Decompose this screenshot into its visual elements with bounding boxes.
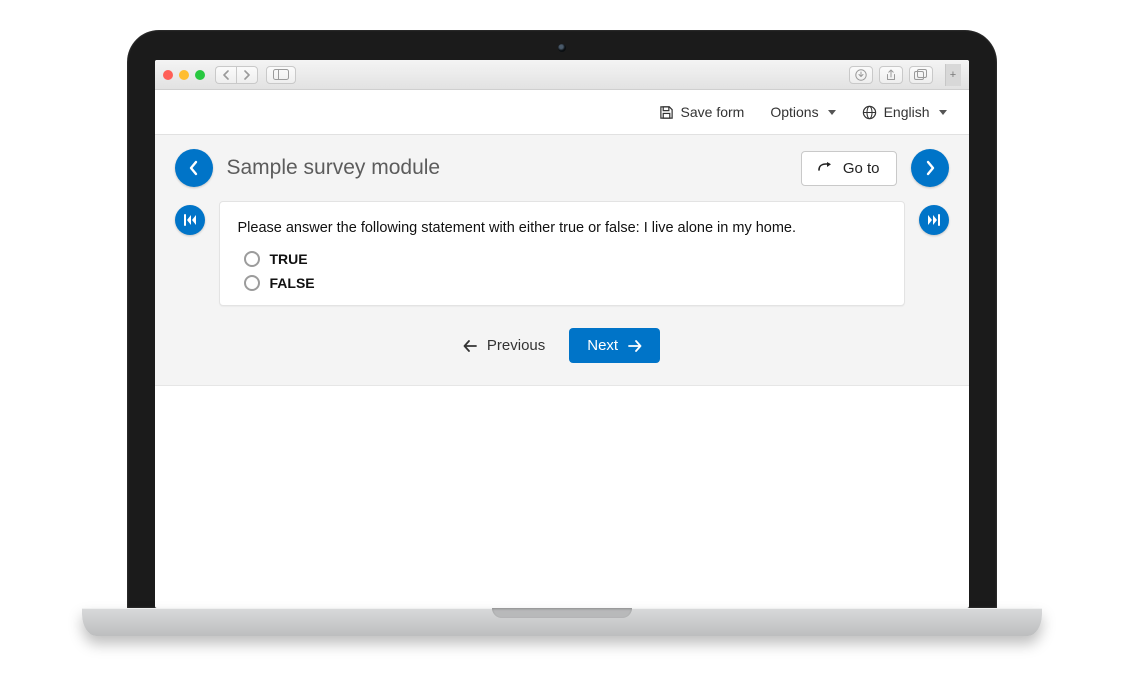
close-window-icon[interactable] [163,70,173,80]
save-form-label: Save form [681,104,745,120]
jump-last-button[interactable] [919,205,949,235]
page-toolbar: Save form Options English [155,90,969,135]
arrow-right-icon [628,340,642,352]
forward-button[interactable] [236,66,258,84]
chrome-right-controls: + [849,64,961,86]
previous-button[interactable]: Previous [463,337,545,354]
language-dropdown[interactable]: English [862,104,947,120]
radio-icon [244,275,260,291]
next-button[interactable]: Next [569,328,660,363]
save-icon [659,105,674,120]
sidebar-toggle-button[interactable] [266,66,296,84]
language-label: English [884,104,930,120]
chevron-left-icon [187,160,201,176]
option-false[interactable]: FALSE [244,275,886,291]
survey-area: Sample survey module Go to [155,135,969,386]
laptop-lid: + Save form Options [127,30,997,608]
question-text: Please answer the following statement wi… [238,218,886,239]
goto-label: Go to [843,160,880,177]
question-card: Please answer the following statement wi… [219,201,905,306]
nav-next-button[interactable] [911,149,949,187]
goto-button[interactable]: Go to [801,151,897,186]
tabs-button[interactable] [909,66,933,84]
maximize-window-icon[interactable] [195,70,205,80]
options-list: TRUE FALSE [238,251,886,291]
caret-down-icon [939,110,947,115]
previous-label: Previous [487,337,545,354]
downloads-button[interactable] [849,66,873,84]
browser-chrome: + [155,60,969,90]
arrow-left-icon [463,340,477,352]
share-button[interactable] [879,66,903,84]
caret-down-icon [828,110,836,115]
chevron-right-icon [923,160,937,176]
option-label: FALSE [270,275,315,291]
window-controls [163,70,205,80]
skip-back-icon [183,214,197,226]
option-label: TRUE [270,251,308,267]
minimize-window-icon[interactable] [179,70,189,80]
survey-title: Sample survey module [227,156,787,180]
chevron-right-icon [243,70,251,80]
option-true[interactable]: TRUE [244,251,886,267]
laptop-frame: + Save form Options [82,30,1042,636]
globe-icon [862,105,877,120]
goto-arrow-icon [818,162,833,175]
skip-forward-icon [927,214,941,226]
jump-first-button[interactable] [175,205,205,235]
title-row: Sample survey module Go to [175,149,949,187]
options-dropdown[interactable]: Options [770,104,835,120]
screen: + Save form Options [155,60,969,608]
share-icon [885,69,897,81]
radio-icon [244,251,260,267]
next-label: Next [587,337,618,354]
nav-buttons [215,66,258,84]
options-label: Options [770,104,818,120]
save-form-button[interactable]: Save form [659,104,745,120]
question-row: Please answer the following statement wi… [175,201,949,306]
back-button[interactable] [215,66,236,84]
laptop-deck [82,608,1042,636]
camera-dot [558,44,566,52]
tabs-icon [914,69,927,80]
download-icon [855,69,867,81]
nav-prev-button[interactable] [175,149,213,187]
chevron-left-icon [222,70,230,80]
sidebar-icon [273,69,289,80]
pager: Previous Next [175,328,949,363]
page: Save form Options English [155,90,969,608]
new-tab-button[interactable]: + [945,64,961,86]
